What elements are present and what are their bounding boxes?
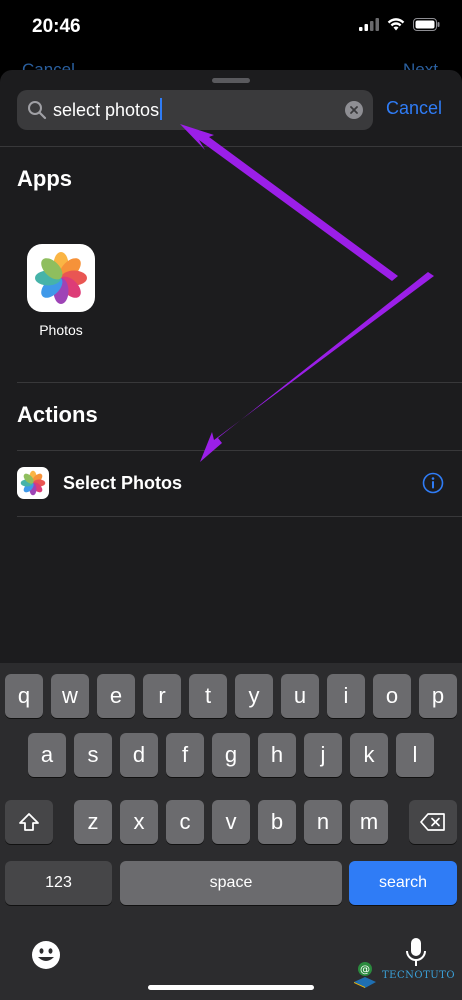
- key-d[interactable]: d: [120, 733, 158, 777]
- home-indicator: [148, 985, 314, 990]
- app-photos-tile[interactable]: [27, 244, 95, 312]
- key-i[interactable]: i: [327, 674, 365, 718]
- key-g[interactable]: g: [212, 733, 250, 777]
- status-bar: 20:46: [0, 0, 462, 58]
- battery-icon: [413, 18, 440, 31]
- watermark: @ TECNOTUTO: [352, 960, 455, 990]
- key-r[interactable]: r: [143, 674, 181, 718]
- info-icon[interactable]: [422, 472, 444, 494]
- photos-icon: [35, 252, 87, 304]
- key-h[interactable]: h: [258, 733, 296, 777]
- search-icon: [28, 101, 47, 120]
- emoji-icon[interactable]: [31, 940, 61, 970]
- key-j[interactable]: j: [304, 733, 342, 777]
- svg-text:@: @: [360, 965, 370, 976]
- divider: [0, 146, 462, 147]
- key-t[interactable]: t: [189, 674, 227, 718]
- action-photos-icon-tile: [17, 467, 49, 499]
- clear-icon[interactable]: [345, 101, 363, 119]
- divider: [17, 382, 462, 383]
- wifi-icon: [387, 18, 405, 31]
- key-c[interactable]: c: [166, 800, 204, 844]
- delete-key[interactable]: [409, 800, 457, 844]
- key-z[interactable]: z: [74, 800, 112, 844]
- watermark-logo-icon: @: [354, 962, 376, 988]
- status-time: 20:46: [32, 16, 81, 37]
- status-icons: [359, 18, 440, 31]
- sheet-grabber[interactable]: [212, 78, 250, 83]
- key-a[interactable]: a: [28, 733, 66, 777]
- watermark-text: TECNOTUTO: [382, 969, 456, 981]
- actions-section-title: Actions: [17, 402, 98, 427]
- shift-key[interactable]: [5, 800, 53, 844]
- key-u[interactable]: u: [281, 674, 319, 718]
- key-s[interactable]: s: [74, 733, 112, 777]
- search-input[interactable]: select photos: [17, 90, 373, 130]
- key-x[interactable]: x: [120, 800, 158, 844]
- key-f[interactable]: f: [166, 733, 204, 777]
- key-n[interactable]: n: [304, 800, 342, 844]
- search-input-value: select photos: [53, 100, 160, 120]
- key-o[interactable]: o: [373, 674, 411, 718]
- key-l[interactable]: l: [396, 733, 434, 777]
- key-k[interactable]: k: [350, 733, 388, 777]
- action-select-photos-label: Select Photos: [63, 473, 183, 493]
- key-v[interactable]: v: [212, 800, 250, 844]
- space-key[interactable]: space: [120, 861, 342, 905]
- text-cursor: [160, 98, 163, 120]
- cellular-signal-icon: [359, 18, 379, 31]
- key-p[interactable]: p: [419, 674, 457, 718]
- apps-section-title: Apps: [17, 166, 72, 191]
- photos-icon: [20, 470, 46, 496]
- search-key[interactable]: search: [349, 861, 457, 905]
- shift-icon: [19, 813, 39, 831]
- key-y[interactable]: y: [235, 674, 273, 718]
- key-m[interactable]: m: [350, 800, 388, 844]
- keyboard: q w e r t y u i o p a s d f g h j k l z …: [0, 663, 462, 1000]
- action-select-photos[interactable]: Select Photos: [0, 450, 462, 516]
- backspace-icon: [420, 813, 445, 831]
- app-photos-label: Photos: [39, 322, 83, 338]
- key-w[interactable]: w: [51, 674, 89, 718]
- cancel-button[interactable]: Cancel: [386, 98, 442, 119]
- numbers-key[interactable]: 123: [5, 861, 112, 905]
- divider: [17, 516, 462, 517]
- key-b[interactable]: b: [258, 800, 296, 844]
- key-e[interactable]: e: [97, 674, 135, 718]
- key-q[interactable]: q: [5, 674, 43, 718]
